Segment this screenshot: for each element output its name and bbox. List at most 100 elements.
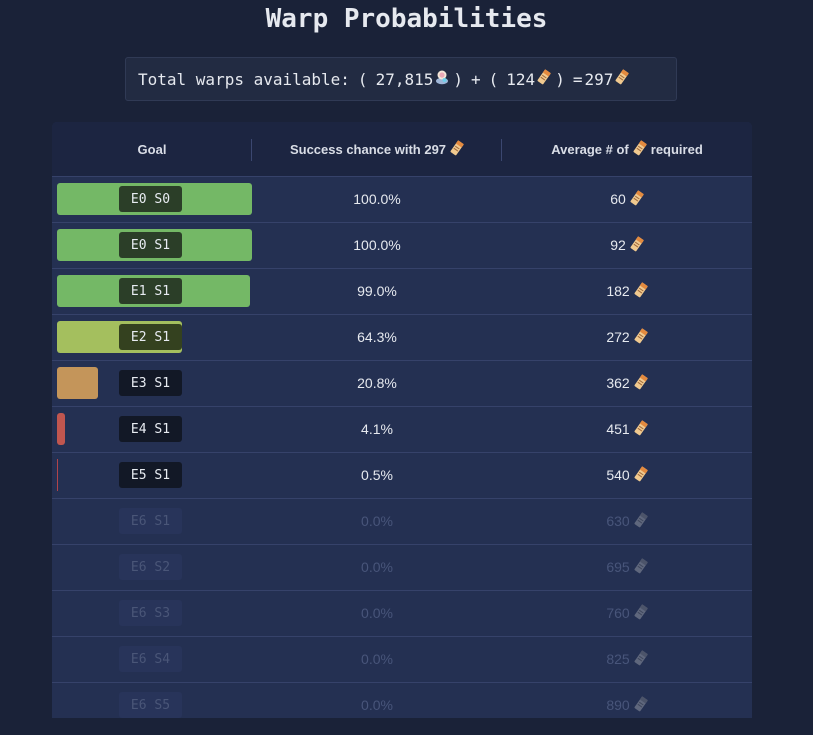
table-row: E0 S1 100.0% 92 (52, 223, 752, 269)
average-required-value: 451 (606, 421, 630, 437)
success-chance-value: 4.1% (361, 421, 393, 437)
warp-ticket-icon (634, 419, 648, 439)
table-row: E6 S3 0.0% 760 (52, 591, 752, 637)
success-chance-value: 100.0% (353, 191, 401, 207)
warp-ticket-icon (630, 189, 644, 209)
progress-bar (57, 459, 58, 491)
average-required-value: 182 (606, 283, 630, 299)
warp-ticket-icon (634, 511, 648, 531)
goal-badge: E5 S1 (119, 462, 182, 488)
goal-badge: E6 S1 (119, 508, 182, 534)
table-row: E6 S2 0.0% 695 (52, 545, 752, 591)
column-header-average-required[interactable]: Average # of required (502, 122, 752, 176)
column-header-goal[interactable]: Goal (52, 122, 252, 176)
close-paren: ) (453, 69, 463, 89)
warp-ticket-icon (634, 373, 648, 393)
success-chance-value: 20.8% (357, 375, 397, 391)
average-required-cell: 540 (502, 453, 752, 497)
progress-bar (57, 413, 65, 445)
goal-badge: E6 S4 (119, 646, 182, 672)
table-row: E6 S4 0.0% 825 (52, 637, 752, 683)
success-chance-value: 64.3% (357, 329, 397, 345)
average-required-cell: 451 (502, 407, 752, 451)
success-chance-value: 0.0% (361, 513, 393, 529)
warp-ticket-icon (634, 281, 648, 301)
table-row: E6 S1 0.0% 630 (52, 499, 752, 545)
success-chance-value: 0.5% (361, 467, 393, 483)
goal-badge: E6 S3 (119, 600, 182, 626)
total-warps-summary: Total warps available: ( 27,815 ) + ( 12… (125, 57, 677, 101)
average-required-cell: 890 (502, 683, 752, 718)
success-chance-value: 99.0% (357, 283, 397, 299)
success-chance-value: 0.0% (361, 697, 393, 713)
warp-ticket-icon (634, 649, 648, 669)
average-required-cell: 630 (502, 499, 752, 543)
goal-badge: E1 S1 (119, 278, 182, 304)
plus-sign: + (471, 69, 481, 89)
table-row: E1 S1 99.0% 182 (52, 269, 752, 315)
warp-ticket-icon (634, 695, 648, 715)
warp-ticket-icon (615, 69, 630, 89)
average-required-cell: 182 (502, 269, 752, 313)
average-required-value: 60 (610, 191, 626, 207)
average-required-cell: 760 (502, 591, 752, 635)
average-required-value: 760 (606, 605, 630, 621)
page-title: Warp Probabilities (265, 4, 548, 34)
average-required-cell: 695 (502, 545, 752, 589)
table-row: E4 S1 4.1% 451 (52, 407, 752, 453)
success-chance-value: 0.0% (361, 651, 393, 667)
table-body: E0 S0 100.0% 60 E0 S1 100.0% 92 E1 S1 99.0% 182 E… (52, 177, 752, 718)
warp-ticket-icon (634, 327, 648, 347)
warp-ticket-icon (633, 139, 647, 159)
jade-amount: 27,815 (375, 69, 434, 89)
goal-badge: E2 S1 (119, 324, 182, 350)
table-header: Goal Success chance with 297 Average # o… (52, 122, 752, 177)
average-required-value: 540 (606, 467, 630, 483)
success-chance-value: 100.0% (353, 237, 401, 253)
warp-ticket-icon (450, 139, 464, 159)
average-required-value: 362 (606, 375, 630, 391)
ticket-amount: 124 (506, 69, 536, 89)
table-row: E6 S5 0.0% 890 (52, 683, 752, 718)
average-required-cell: 60 (502, 177, 752, 221)
average-required-value: 272 (606, 329, 630, 345)
warp-ticket-icon (634, 557, 648, 577)
goal-badge: E4 S1 (119, 416, 182, 442)
total-warps-label: Total warps available: (138, 69, 350, 89)
goal-badge: E6 S2 (119, 554, 182, 580)
header-label: Average # of (551, 141, 629, 157)
goal-badge: E6 S5 (119, 692, 182, 718)
goal-badge: E0 S1 (119, 232, 182, 258)
warp-ticket-icon (634, 465, 648, 485)
header-label: required (650, 141, 703, 157)
goal-badge: E3 S1 (119, 370, 182, 396)
average-required-value: 92 (610, 237, 626, 253)
warp-ticket-icon (630, 235, 644, 255)
average-required-cell: 362 (502, 361, 752, 405)
success-chance-value: 0.0% (361, 605, 393, 621)
table-row: E0 S0 100.0% 60 (52, 177, 752, 223)
success-chance-value: 0.0% (361, 559, 393, 575)
total-warps-value: 297 (584, 69, 614, 89)
average-required-cell: 825 (502, 637, 752, 681)
goal-badge: E0 S0 (119, 186, 182, 212)
average-required-value: 630 (606, 513, 630, 529)
table-row: E2 S1 64.3% 272 (52, 315, 752, 361)
warp-ticket-icon (537, 69, 552, 89)
average-required-value: 890 (606, 697, 630, 713)
header-label: Success chance with 297 (289, 141, 447, 157)
open-paren: ( (357, 69, 368, 89)
table-row: E5 S1 0.5% 540 (52, 453, 752, 499)
table-row: E3 S1 20.8% 362 (52, 361, 752, 407)
close-paren: ) (555, 69, 565, 89)
average-required-cell: 272 (502, 315, 752, 359)
stellar-jade-icon (435, 69, 449, 89)
average-required-cell: 92 (502, 223, 752, 267)
progress-bar (57, 367, 98, 399)
average-required-value: 695 (606, 559, 630, 575)
average-required-value: 825 (606, 651, 630, 667)
probability-table: Goal Success chance with 297 Average # o… (52, 122, 752, 718)
open-paren: ( (488, 69, 499, 89)
column-header-success-chance[interactable]: Success chance with 297 (252, 122, 502, 176)
equals-sign: = (572, 69, 583, 89)
